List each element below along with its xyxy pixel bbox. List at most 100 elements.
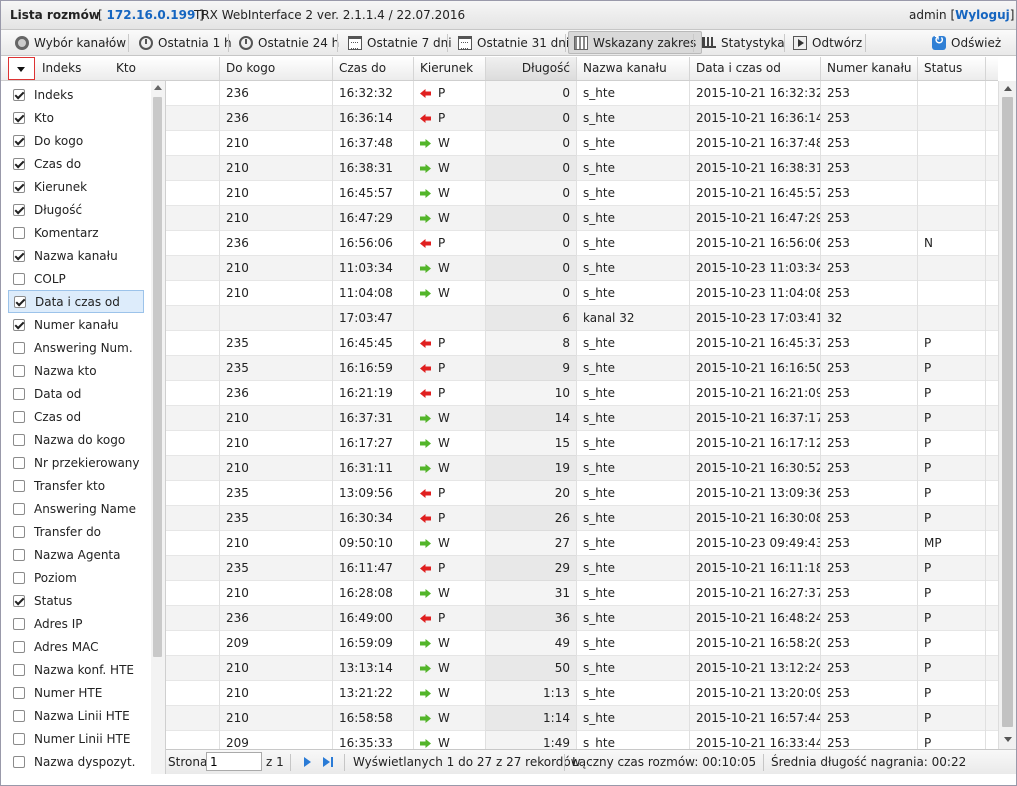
scroll-thumb[interactable] bbox=[1002, 97, 1013, 727]
column-option-checkbox[interactable] bbox=[13, 387, 25, 400]
table-row[interactable]: 210 11:03:34 W 0 s_hte 2015-10-23 11:03:34 253 bbox=[166, 256, 998, 281]
column-option-checkbox[interactable] bbox=[13, 617, 25, 630]
column-option[interactable]: Czas do bbox=[8, 152, 144, 175]
column-option-checkbox[interactable] bbox=[13, 479, 25, 492]
last-24h-button[interactable]: Ostatnie 24 h bbox=[233, 31, 345, 54]
column-option-checkbox[interactable] bbox=[13, 732, 25, 745]
column-option-checkbox[interactable] bbox=[13, 364, 25, 377]
table-row[interactable]: 17:03:47 6 kanal 32 2015-10-23 17:03:41 32 bbox=[166, 306, 998, 331]
scroll-up-icon[interactable] bbox=[154, 85, 162, 90]
column-option[interactable]: Nazwa do kogo bbox=[8, 428, 144, 451]
column-option-checkbox[interactable] bbox=[13, 571, 25, 584]
column-option[interactable]: Indeks bbox=[8, 83, 144, 106]
column-option[interactable]: Komentarz bbox=[8, 221, 144, 244]
table-row[interactable]: 236 16:56:06 P 0 s_hte 2015-10-21 16:56:06 253… bbox=[166, 231, 998, 256]
column-option[interactable]: Czas od bbox=[8, 405, 144, 428]
column-chooser-scrollbar[interactable] bbox=[151, 81, 165, 774]
table-row[interactable]: 210 16:31:11 W 19 s_hte 2015-10-21 16:30:52 25… bbox=[166, 456, 998, 481]
column-option-checkbox[interactable] bbox=[13, 640, 25, 653]
page-number-input[interactable] bbox=[206, 752, 262, 771]
column-option[interactable]: Kto bbox=[8, 106, 144, 129]
table-row[interactable]: 210 11:04:08 W 0 s_hte 2015-10-23 11:04:08 253 bbox=[166, 281, 998, 306]
table-row[interactable]: 210 16:58:58 W 1:14 s_hte 2015-10-21 16:57:44… bbox=[166, 706, 998, 731]
header-col-indeks[interactable]: Indeks bbox=[36, 57, 110, 80]
column-option-checkbox[interactable] bbox=[13, 111, 25, 124]
table-row[interactable]: 209 16:59:09 W 49 s_hte 2015-10-21 16:58:20 25… bbox=[166, 631, 998, 656]
column-option[interactable]: Do kogo bbox=[8, 129, 144, 152]
table-row[interactable]: 236 16:36:14 P 0 s_hte 2015-10-21 16:36:14 253 bbox=[166, 106, 998, 131]
column-option[interactable]: Nazwa Linii HTE bbox=[8, 704, 144, 727]
column-option-checkbox[interactable] bbox=[13, 157, 25, 170]
last-1h-button[interactable]: Ostatnia 1 h bbox=[133, 31, 238, 54]
column-option[interactable]: Numer kanału bbox=[8, 313, 144, 336]
column-option-checkbox[interactable] bbox=[13, 755, 25, 768]
grid-scrollbar[interactable] bbox=[998, 81, 1016, 749]
column-option-checkbox[interactable] bbox=[13, 318, 25, 331]
table-row[interactable]: 210 16:37:31 W 14 s_hte 2015-10-21 16:37:17 25… bbox=[166, 406, 998, 431]
scroll-up-icon[interactable] bbox=[1004, 86, 1012, 91]
header-col-kierunek[interactable]: Kierunek bbox=[414, 57, 486, 80]
header-col-czas-do[interactable]: Czas do bbox=[333, 57, 414, 80]
column-option-checkbox[interactable] bbox=[13, 134, 25, 147]
table-row[interactable]: 210 16:38:31 W 0 s_hte 2015-10-21 16:38:31 253 bbox=[166, 156, 998, 181]
column-option-checkbox[interactable] bbox=[13, 226, 25, 239]
header-col-kto[interactable]: Kto bbox=[110, 57, 220, 80]
header-col-data-czas-od[interactable]: Data i czas od bbox=[690, 57, 821, 80]
header-col-numer-kanalu[interactable]: Numer kanału bbox=[821, 57, 918, 80]
column-option-checkbox[interactable] bbox=[13, 548, 25, 561]
column-option[interactable]: Data od bbox=[8, 382, 144, 405]
table-row[interactable]: 210 16:28:08 W 31 s_hte 2015-10-21 16:27:37 25… bbox=[166, 581, 998, 606]
column-option[interactable]: Nr przekierowany bbox=[8, 451, 144, 474]
column-option[interactable]: Nazwa kto bbox=[8, 359, 144, 382]
column-option[interactable]: Transfer kto bbox=[8, 474, 144, 497]
channel-select-button[interactable]: Wybór kanałów bbox=[9, 31, 132, 54]
column-option-checkbox[interactable] bbox=[13, 341, 25, 354]
column-option[interactable]: Adres IP bbox=[8, 612, 144, 635]
logout-link[interactable]: Wyloguj bbox=[955, 8, 1010, 22]
column-option-checkbox[interactable] bbox=[13, 249, 25, 262]
table-row[interactable]: 210 13:13:14 W 50 s_hte 2015-10-21 13:12:24 25… bbox=[166, 656, 998, 681]
column-menu-dropdown-button[interactable] bbox=[8, 57, 35, 80]
last-7-days-button[interactable]: Ostatnie 7 dni bbox=[342, 31, 458, 54]
table-row[interactable]: 236 16:32:32 P 0 s_hte 2015-10-21 16:32:32 253 bbox=[166, 81, 998, 106]
column-option-checkbox[interactable] bbox=[13, 663, 25, 676]
header-col-dlugosc[interactable]: Długość bbox=[486, 57, 577, 80]
table-row[interactable]: 235 16:16:59 P 9 s_hte 2015-10-21 16:16:50 253… bbox=[166, 356, 998, 381]
column-option[interactable]: Data i czas od bbox=[8, 290, 144, 313]
column-option[interactable]: Nazwa dyspozyt. bbox=[8, 750, 144, 773]
column-option-checkbox[interactable] bbox=[13, 502, 25, 515]
scroll-thumb[interactable] bbox=[153, 97, 162, 657]
column-option-checkbox[interactable] bbox=[13, 272, 25, 285]
table-row[interactable]: 235 13:09:56 P 20 s_hte 2015-10-21 13:09:36 25… bbox=[166, 481, 998, 506]
column-option[interactable]: Answering Name bbox=[8, 497, 144, 520]
refresh-button[interactable]: Odśwież bbox=[926, 31, 1007, 54]
table-row[interactable]: 210 16:47:29 W 0 s_hte 2015-10-21 16:47:29 253 bbox=[166, 206, 998, 231]
column-option-checkbox[interactable] bbox=[13, 410, 25, 423]
column-option[interactable]: Transfer do bbox=[8, 520, 144, 543]
column-option[interactable]: Answering Num. bbox=[8, 336, 144, 359]
header-col-status[interactable]: Status bbox=[918, 57, 986, 80]
column-option[interactable]: Długość bbox=[8, 198, 144, 221]
header-col-nazwa-kanalu[interactable]: Nazwa kanału bbox=[577, 57, 690, 80]
table-row[interactable]: 210 16:17:27 W 15 s_hte 2015-10-21 16:17:12 25… bbox=[166, 431, 998, 456]
column-option[interactable]: Numer HTE bbox=[8, 681, 144, 704]
server-ip[interactable]: 172.16.0.199 bbox=[107, 8, 196, 22]
table-row[interactable]: 235 16:11:47 P 29 s_hte 2015-10-21 16:11:18 25… bbox=[166, 556, 998, 581]
column-option-checkbox[interactable] bbox=[14, 295, 26, 308]
column-option[interactable]: Kierunek bbox=[8, 175, 144, 198]
column-option-checkbox[interactable] bbox=[13, 180, 25, 193]
custom-range-button[interactable]: Wskazany zakres bbox=[568, 31, 703, 54]
table-row[interactable]: 236 16:49:00 P 36 s_hte 2015-10-21 16:48:24 25… bbox=[166, 606, 998, 631]
column-option[interactable]: Nazwa Agenta bbox=[8, 543, 144, 566]
column-option[interactable]: Status bbox=[8, 589, 144, 612]
column-option-checkbox[interactable] bbox=[13, 88, 25, 101]
table-row[interactable]: 235 16:45:45 P 8 s_hte 2015-10-21 16:45:37 253… bbox=[166, 331, 998, 356]
column-option-checkbox[interactable] bbox=[13, 686, 25, 699]
header-col-do-kogo[interactable]: Do kogo bbox=[220, 57, 333, 80]
column-option-checkbox[interactable] bbox=[13, 456, 25, 469]
column-option-checkbox[interactable] bbox=[13, 433, 25, 446]
column-option[interactable]: Numer Linii HTE bbox=[8, 727, 144, 750]
play-button[interactable]: Odtwórz bbox=[787, 31, 868, 54]
last-31-days-button[interactable]: Ostatnie 31 dni bbox=[452, 31, 575, 54]
column-option[interactable]: Adres MAC bbox=[8, 635, 144, 658]
